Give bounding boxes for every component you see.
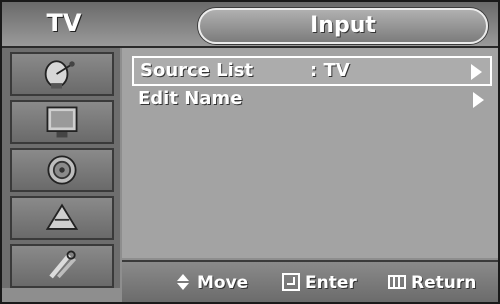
- menu-row-value: : TV: [310, 60, 350, 81]
- tv-mode-label: TV: [46, 9, 82, 37]
- category-sidebar: [2, 48, 120, 288]
- sidebar-item-channel[interactable]: [10, 196, 114, 240]
- menu-title: Input: [310, 13, 376, 38]
- nav-enter-label: Enter: [305, 273, 357, 293]
- nav-return-label: Return: [411, 273, 477, 293]
- tv-osd-menu: TV Input Source List: TV Edit Name Move…: [0, 0, 500, 304]
- setup-tools-icon: [49, 250, 77, 279]
- nav-move-label: Move: [197, 273, 249, 293]
- up-down-icon: [177, 274, 189, 290]
- help-bar: Move Enter Return: [122, 260, 498, 302]
- header-bar: TV Input: [2, 2, 498, 48]
- return-icon: [388, 275, 406, 289]
- channel-icon: [45, 203, 79, 230]
- enter-icon: [282, 273, 300, 291]
- menu-row-edit-name[interactable]: Edit Name: [132, 86, 492, 116]
- nav-return: Return: [388, 270, 476, 296]
- display-icon: [46, 106, 78, 138]
- menu-panel: Source List : TV Edit Name: [122, 48, 498, 258]
- sidebar-item-setup[interactable]: [10, 244, 114, 288]
- sidebar-item-input[interactable]: [10, 52, 114, 96]
- menu-row-label: Source List: [140, 60, 254, 81]
- sidebar-item-sound[interactable]: [10, 148, 114, 192]
- sound-speaker-icon: [47, 155, 77, 185]
- nav-move: Move: [174, 270, 248, 296]
- nav-enter: Enter: [282, 270, 357, 296]
- satellite-dish-icon: [44, 60, 75, 89]
- right-arrow-icon: [473, 92, 484, 108]
- sidebar-item-picture[interactable]: [10, 100, 114, 144]
- menu-title-pill: Input: [198, 8, 488, 44]
- menu-row-source-list[interactable]: Source List : TV: [132, 56, 492, 86]
- right-arrow-icon: [471, 64, 482, 80]
- menu-row-label: Edit Name: [138, 88, 243, 109]
